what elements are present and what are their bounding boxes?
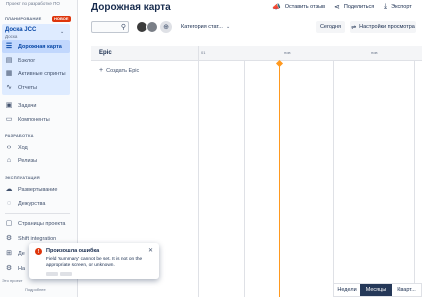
sidebar-item-label: Релизы — [18, 157, 38, 164]
board-subtitle: Доска — [5, 34, 18, 39]
sprints-icon: ▦ — [5, 69, 13, 77]
integration-icon: ⚙ — [5, 234, 13, 242]
avatar[interactable] — [146, 21, 158, 33]
view-settings-label: Настройки просмотра — [359, 24, 415, 30]
feedback-button[interactable]: 📣 Оставить отзыв — [272, 3, 325, 11]
learn-more-link[interactable]: Подробнее — [25, 287, 46, 292]
footer-text: Это проект — [2, 278, 23, 283]
backlog-icon: ▤ — [5, 56, 13, 64]
zoom-quarters-button[interactable]: Кварт... — [392, 284, 421, 296]
plus-icon: + — [99, 67, 104, 74]
toast-title: Произошла ошибка — [46, 248, 100, 254]
timeline-zoom-control: Недели Месяцы Кварт... — [333, 283, 422, 297]
sidebar-item-label: Компоненты — [18, 116, 50, 123]
sidebar-item-label: Активные спринты — [18, 70, 66, 77]
sidebar-item-backlog[interactable]: ▤ Бэклог — [2, 54, 70, 67]
chevron-down-icon[interactable]: ⌄ — [60, 29, 64, 35]
search-icon: ⚲ — [120, 24, 126, 31]
code-icon: ‹› — [6, 143, 12, 151]
month-gridline — [244, 61, 245, 297]
sidebar-item-oncall[interactable]: ◌ Дежурства — [2, 197, 70, 210]
components-icon: ▭ — [5, 115, 13, 123]
today-button[interactable]: Сегодня — [316, 21, 345, 33]
app-root: Проект по разработке ПО ПЛАНИРОВАНИЕ НОВ… — [0, 0, 422, 297]
zoom-months-button[interactable]: Месяцы — [360, 284, 392, 296]
releases-icon: ⌂ — [6, 156, 12, 164]
download-icon: ⤓ — [384, 3, 388, 10]
view-settings-button[interactable]: ⇌ Настройки просмотра — [350, 21, 416, 33]
sidebar-item-label: Страницы проекта — [18, 220, 66, 227]
toast-chip — [46, 272, 58, 276]
sidebar-item-deployments[interactable]: ☁ Развертывание — [2, 183, 70, 196]
month-gridline — [333, 61, 334, 297]
issues-icon: ▣ — [5, 101, 13, 109]
settings-icon: ⚙ — [5, 264, 13, 272]
sidebar-item-reports[interactable]: ∿ Отчеты — [2, 81, 70, 94]
search-input[interactable]: ⚲ — [91, 21, 129, 33]
sidebar-item-label: Shift integration — [18, 235, 57, 242]
sidebar-item-label: Дежурства — [18, 200, 46, 207]
project-subtitle: Проект по разработке ПО — [6, 1, 60, 6]
sidebar-divider — [5, 213, 70, 214]
megaphone-icon: 📣 — [272, 4, 281, 11]
dev-section-label: РАЗРАБОТКА — [5, 133, 34, 138]
deploy-icon: ☁ — [5, 185, 13, 193]
zoom-weeks-button[interactable]: Недели — [334, 284, 360, 296]
sidebar-item-label: Развертывание — [18, 186, 58, 193]
ops-section-label: ЭКСПЛУАТАЦИЯ — [5, 175, 40, 180]
epic-column-header: Epic — [91, 46, 199, 61]
share-button[interactable]: ⋖ Поделиться — [334, 3, 374, 11]
sidebar-item-label: Задачи — [18, 102, 37, 109]
page-title: Дорожная карта — [91, 2, 171, 13]
create-epic-button[interactable]: + Создать Epic — [99, 67, 139, 74]
category-filter[interactable]: Категория стат... — [181, 24, 223, 30]
sidebar-item-label: Отчеты — [18, 84, 38, 91]
reports-icon: ∿ — [6, 83, 12, 91]
sidebar-item-roadmap[interactable]: ☰ Дорожная карта — [2, 40, 70, 53]
sidebar-item-label: Ход — [18, 144, 28, 151]
sidebar-item-components[interactable]: ▭ Компоненты — [2, 113, 70, 126]
share-icon: ⋖ — [334, 4, 340, 11]
month-gridline — [414, 61, 415, 297]
create-epic-label: Создать Epic — [106, 68, 140, 74]
today-marker-line — [279, 61, 280, 297]
addshortcut-icon: ⊞ — [6, 249, 12, 257]
toast-chip — [60, 272, 72, 276]
month-header: 01 — [199, 46, 244, 61]
toast-message: Field 'summary' cannot be set. It is not… — [46, 257, 143, 268]
export-label: Экспорт — [391, 4, 412, 10]
sidebar-item-issues[interactable]: ▣ Задачи — [2, 99, 70, 112]
pages-icon: ▢ — [5, 219, 13, 227]
board-name: Доска JCC — [5, 27, 37, 33]
oncall-icon: ◌ — [6, 199, 12, 207]
planning-section-label: ПЛАНИРОВАНИЕ — [5, 16, 42, 21]
new-badge: НОВОЕ — [52, 16, 71, 22]
sidebar-item-project-pages[interactable]: ▢ Страницы проекта — [2, 217, 70, 230]
sidebar-item-active-sprints[interactable]: ▦ Активные спринты — [2, 67, 70, 80]
settings-sliders-icon: ⇌ — [351, 24, 357, 31]
feedback-label: Оставить отзыв — [284, 4, 326, 10]
sidebar-item-code[interactable]: ‹› Ход — [2, 141, 70, 154]
roadmap-icon: ☰ — [5, 42, 13, 50]
chevron-down-icon[interactable]: ⌄ — [226, 24, 230, 30]
add-person-icon[interactable]: ⊕ — [160, 21, 172, 33]
sidebar-footer: Это проект Подробнее — [0, 278, 77, 297]
month-header: нов — [244, 46, 333, 61]
close-icon[interactable]: ✕ — [148, 247, 153, 254]
export-button[interactable]: ⤓ Экспорт — [384, 3, 412, 11]
share-label: Поделиться — [343, 4, 375, 10]
sidebar-item-label: Де — [18, 250, 25, 257]
sidebar-item-label: Бэклог — [18, 57, 36, 64]
sidebar-item-label: На — [18, 265, 26, 272]
sidebar-item-label: Дорожная карта — [18, 43, 62, 50]
month-header: нов — [333, 46, 422, 61]
sidebar-item-releases[interactable]: ⌂ Релизы — [2, 154, 70, 167]
error-toast: ! Произошла ошибка Field 'summary' canno… — [29, 243, 159, 279]
error-icon: ! — [35, 248, 42, 255]
